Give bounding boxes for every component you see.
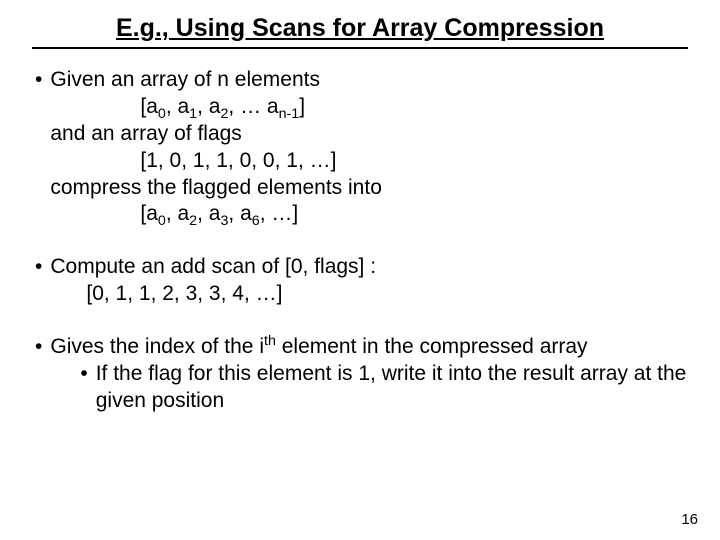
b1-line1: Given an array of n elements (50, 67, 688, 94)
b2-line1: Compute an add scan of [0, flags] : (50, 254, 688, 281)
bullet-3: • Gives the index of the ith element in … (35, 334, 688, 415)
b3-line1: Gives the index of the ith element in th… (50, 334, 688, 361)
slide-body: • Given an array of n elements [a0, a1, … (32, 67, 688, 415)
sub-bullet-1: • If the flag for this element is 1, wri… (50, 361, 688, 415)
slide-title: E.g., Using Scans for Array Compression (32, 14, 688, 43)
page-number: 16 (681, 511, 698, 528)
b1-line3: and an array of flags (50, 121, 688, 148)
b1-line5: compress the flagged elements into (50, 175, 688, 202)
b3-sub-text: If the flag for this element is 1, write… (96, 361, 688, 415)
b2-line2: [0, 1, 1, 2, 3, 3, 4, …] (50, 281, 688, 308)
b1-line4: [1, 0, 1, 1, 0, 0, 1, …] (50, 148, 688, 175)
bullet-2: • Compute an add scan of [0, flags] : [0… (35, 254, 688, 308)
bullet-dot-icon: • (35, 254, 42, 281)
b1-line2: [a0, a1, a2, … an-1] (50, 94, 688, 121)
bullet-1: • Given an array of n elements [a0, a1, … (35, 67, 688, 228)
bullet-dot-icon: • (35, 334, 42, 361)
bullet-dot-icon: • (80, 361, 87, 388)
title-underline-rule (32, 47, 688, 49)
b1-line6: [a0, a2, a3, a6, …] (50, 201, 688, 228)
bullet-dot-icon: • (35, 67, 42, 94)
